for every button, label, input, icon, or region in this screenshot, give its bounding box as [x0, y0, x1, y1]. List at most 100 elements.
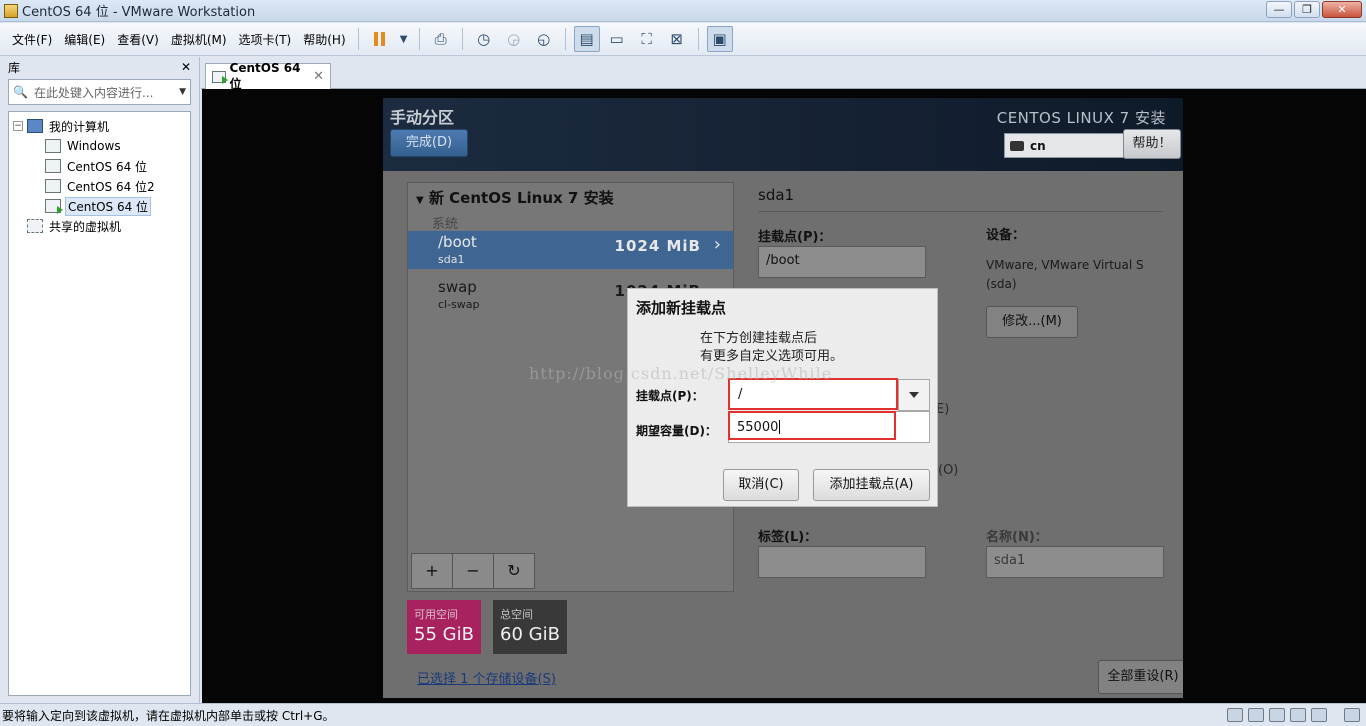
vm-icon [45, 139, 61, 153]
tree-item-my-computer[interactable]: − 我的计算机 [9, 116, 190, 136]
title-bar: CentOS 64 位 - VMware Workstation — ❐ ✕ [0, 0, 1366, 22]
vm-icon [45, 179, 61, 193]
tab-label: CentOS 64 位 [229, 61, 301, 91]
add-mount-point-dialog: 添加新挂载点 在下方创建挂载点后 有更多自定义选项可用。 挂载点(P)： / 期… [627, 288, 938, 507]
status-bar: 要将输入定向到该虚拟机，请在虚拟机内部单击或按 Ctrl+G。 [0, 703, 1366, 726]
watermark: http://blog.csdn.net/ShelleyWhile [529, 364, 833, 383]
modify-device-button[interactable]: 修改...(M) [986, 306, 1078, 338]
tree-item-label: Windows [67, 139, 121, 153]
add-mount-button[interactable]: + [411, 553, 453, 589]
display-icon[interactable] [1311, 708, 1327, 722]
keyboard-layout-label: cn [1030, 138, 1046, 153]
message-log-icon[interactable] [1344, 708, 1360, 722]
library-close-icon[interactable]: ✕ [181, 60, 191, 74]
dialog-mount-label: 挂载点(P)： [636, 389, 704, 403]
toolbar-separator [418, 28, 420, 50]
label-field[interactable] [758, 546, 926, 578]
menu-tabs[interactable]: 选项卡(T) [233, 31, 298, 48]
menu-view[interactable]: 查看(V) [111, 31, 165, 48]
help-button[interactable]: 帮助！ [1123, 129, 1181, 159]
installer-page-title: 手动分区 [390, 108, 455, 127]
tree-item-vm-selected[interactable]: CentOS 64 位 [9, 196, 190, 216]
toolbar-separator [564, 28, 566, 50]
install-section-title[interactable]: ▼ 新 CentOS Linux 7 安装 [416, 187, 614, 208]
cancel-button[interactable]: 取消(C) [723, 469, 799, 501]
total-space-label: 总空间 [500, 608, 533, 621]
status-message: 要将输入定向到该虚拟机，请在虚拟机内部单击或按 Ctrl+G。 [2, 708, 335, 723]
menu-bar: 文件(F) 编辑(E) 查看(V) 虚拟机(M) 选项卡(T) 帮助(H) ▼ … [0, 23, 1366, 56]
mount-size: 1024 MiB [614, 237, 701, 255]
snapshot-revert-icon[interactable]: ◶ [501, 26, 527, 52]
fullscreen-icon[interactable]: ⛶ [634, 26, 660, 52]
mount-name: swap [438, 278, 477, 296]
add-mount-point-button[interactable]: 添加挂载点(A) [813, 469, 930, 501]
tree-item-vm[interactable]: CentOS 64 位2 [9, 176, 190, 196]
remove-mount-button[interactable]: − [452, 553, 494, 589]
tree-item-vm[interactable]: Windows [9, 136, 190, 156]
refresh-icon[interactable]: ↻ [493, 553, 535, 589]
close-button[interactable]: ✕ [1322, 1, 1362, 18]
cd-drive-icon[interactable] [1248, 708, 1264, 722]
snapshot-take-icon[interactable]: ◷ [471, 26, 497, 52]
divider [758, 211, 1163, 212]
pause-dropdown-icon[interactable]: ▼ [397, 26, 411, 52]
show-library-icon[interactable]: ▤ [573, 26, 600, 52]
window-controls: — ❐ ✕ [1266, 1, 1362, 18]
maximize-button[interactable]: ❐ [1294, 1, 1320, 18]
tab-centos-vm[interactable]: CentOS 64 位 ✕ [205, 61, 331, 91]
mount-row-boot[interactable]: /boot sda1 1024 MiB › [408, 231, 733, 269]
library-panel: 库 ✕ 🔍 在此处键入内容进行... ▼ − 我的计算机 Windows Cen… [0, 57, 200, 703]
tab-strip: CentOS 64 位 ✕ [201, 57, 1366, 91]
menu-vm[interactable]: 虚拟机(M) [165, 31, 233, 48]
chevron-right-icon: › [713, 234, 721, 255]
tree-item-vm[interactable]: CentOS 64 位 [9, 156, 190, 176]
computer-icon [27, 119, 43, 133]
menu-file[interactable]: 文件(F) [6, 31, 58, 48]
search-icon: 🔍 [13, 85, 28, 99]
snapshot-manager-icon[interactable]: ◵ [531, 26, 557, 52]
vm-icon [45, 159, 61, 173]
collapse-icon[interactable]: − [13, 121, 23, 131]
storage-devices-link[interactable]: 已选择 1 个存储设备(S) [417, 668, 556, 687]
dialog-title: 添加新挂载点 [636, 299, 727, 317]
toolbar-separator [357, 28, 359, 50]
hard-disk-icon[interactable] [1227, 708, 1243, 722]
partition-detail-title: sda1 [758, 186, 795, 204]
mount-point-field[interactable]: /boot [758, 246, 926, 278]
library-header: 库 ✕ [0, 57, 199, 77]
tree-item-label: 我的计算机 [49, 119, 110, 134]
mount-device: sda1 [438, 253, 465, 266]
pause-icon[interactable] [367, 26, 393, 52]
console-view-icon[interactable]: ▣ [706, 26, 733, 52]
library-tree: − 我的计算机 Windows CentOS 64 位 CentOS 64 位2… [8, 111, 191, 696]
chevron-down-icon[interactable]: ▼ [179, 87, 186, 97]
vm-running-icon [45, 199, 63, 214]
group-label: 系统 [432, 217, 459, 232]
thumbnail-bar-icon[interactable]: ▭ [604, 26, 630, 52]
minimize-button[interactable]: — [1266, 1, 1292, 18]
send-ctrl-alt-del-icon[interactable]: ⎙ [428, 26, 454, 52]
obscured-text: (O) [938, 463, 959, 478]
name-field[interactable]: sda1 [986, 546, 1164, 578]
tree-item-shared-vms[interactable]: 共享的虚拟机 [9, 216, 190, 236]
mount-point-label: 挂载点(P)： [758, 230, 832, 245]
partition-actions: + − ↻ [411, 553, 535, 589]
unity-icon[interactable]: ⊠ [664, 26, 690, 52]
device-label: 设备： [986, 228, 1026, 243]
dialog-capacity-label: 期望容量(D)： [636, 424, 717, 438]
reset-all-button[interactable]: 全部重设(R) [1098, 660, 1183, 694]
keyboard-layout-indicator[interactable]: cn [1004, 133, 1124, 158]
usb-icon[interactable] [1290, 708, 1306, 722]
menu-help[interactable]: 帮助(H) [297, 31, 351, 48]
network-icon[interactable] [1269, 708, 1285, 722]
installer-header: 手动分区 完成(D) CENTOS LINUX 7 安装 cn 帮助！ [383, 98, 1183, 171]
shared-vm-icon [27, 219, 43, 233]
menu-edit[interactable]: 编辑(E) [58, 31, 111, 48]
mount-point-dropdown-icon[interactable] [898, 379, 930, 411]
window-title: CentOS 64 位 - VMware Workstation [22, 5, 256, 20]
library-title: 库 [8, 60, 21, 75]
library-search-input[interactable]: 🔍 在此处键入内容进行... ▼ [8, 79, 191, 105]
done-button[interactable]: 完成(D) [390, 129, 468, 157]
tab-close-icon[interactable]: ✕ [313, 69, 324, 84]
dialog-description: 在下方创建挂载点后 有更多自定义选项可用。 [700, 331, 844, 364]
